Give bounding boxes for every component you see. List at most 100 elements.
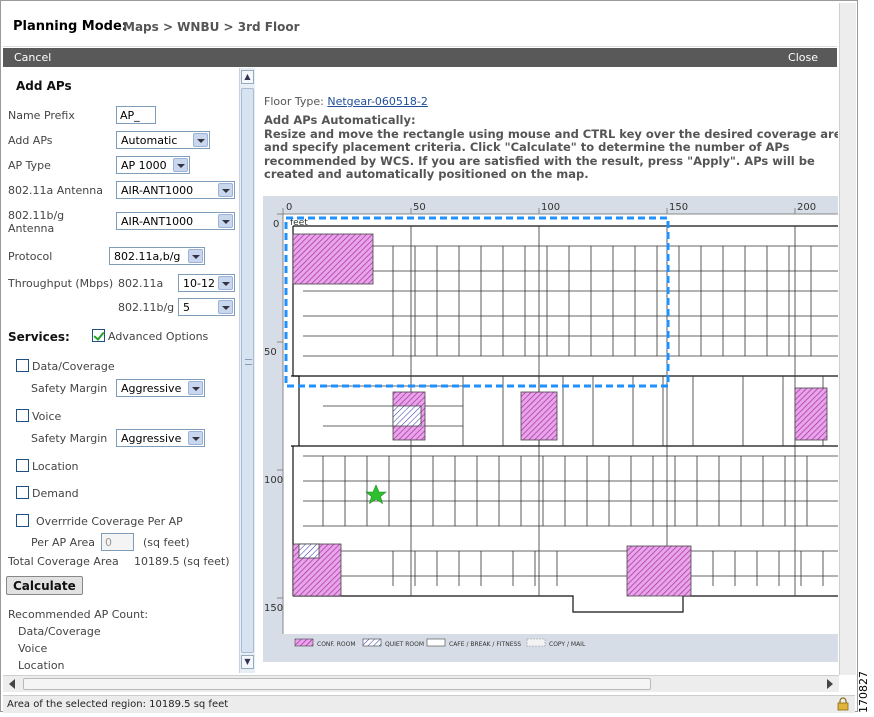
total-coverage-label: Total Coverage Area [8, 555, 119, 568]
floor-type-link[interactable]: Netgear-060518-2 [327, 95, 428, 108]
data-safety-margin-label: Safety Margin [31, 382, 108, 395]
chevron-down-icon [218, 183, 233, 197]
voice-safety-margin-select[interactable]: Aggressive [116, 429, 205, 447]
ruler-y-100: 100 [264, 475, 283, 486]
add-aps-label: Add APs [8, 134, 53, 147]
ruler-x-50: 50 [413, 202, 426, 213]
ruler-y-50: 50 [264, 347, 277, 358]
instructions-body: Resize and move the rectangle using mous… [264, 126, 838, 181]
legend-conf-room: CONF. ROOM [317, 641, 356, 648]
scroll-left-icon[interactable] [9, 679, 15, 689]
conf-room-3 [520, 391, 558, 441]
map-panel: Floor Type: Netgear-060518-2 Add APs Aut… [256, 68, 838, 673]
recommended-data-coverage: Data/Coverage [18, 625, 101, 638]
scroll-down-icon[interactable]: ▼ [241, 655, 254, 669]
per-ap-area-input[interactable]: 0 [101, 533, 134, 551]
location-label: Location [32, 460, 79, 473]
left-panel-scrollbar[interactable]: ▲ ▼ [239, 68, 255, 673]
chevron-down-icon [193, 133, 208, 147]
advanced-options-label: Advanced Options [108, 330, 209, 343]
floor-type-label: Floor Type: [264, 95, 324, 108]
chevron-down-icon [218, 214, 233, 228]
ruler-x-100: 100 [541, 202, 560, 213]
override-coverage-label: Overrride Coverage Per AP [36, 515, 183, 528]
legend-cafe: CAFE / BREAK / FITNESS [449, 641, 521, 648]
floor-plan-svg[interactable]: 0 50 100 150 200 0 feet 50 100 150 CONF.… [263, 196, 838, 662]
antenna-a-label: 802.11a Antenna [8, 184, 103, 197]
throughput-bg-label: 802.11b/g [118, 301, 175, 314]
planning-window: Planning Mode: Maps > WNBU > 3rd Floor C… [0, 0, 858, 713]
lock-icon [837, 697, 849, 711]
chevron-down-icon [188, 249, 203, 263]
protocol-value: 802.11a,b/g [114, 250, 181, 263]
panel-title: Add APs [16, 79, 72, 93]
throughput-label: Throughput (Mbps) [8, 277, 114, 290]
scroll-thumb[interactable] [241, 88, 254, 653]
throughput-a-select[interactable]: 10-12 [178, 274, 235, 292]
cancel-button[interactable]: Cancel [14, 51, 51, 64]
override-coverage-checkbox[interactable] [16, 514, 29, 527]
window-scrollbar[interactable] [839, 3, 856, 675]
throughput-bg-value: 5 [183, 301, 190, 314]
scroll-up-icon[interactable]: ▲ [241, 70, 254, 84]
chevron-down-icon [173, 158, 188, 172]
antenna-bg-select[interactable]: AIR-ANT1000 [116, 212, 235, 230]
add-aps-value: Automatic [121, 134, 178, 147]
per-ap-area-unit: (sq feet) [143, 536, 190, 549]
voice-label: Voice [32, 410, 62, 423]
voice-checkbox[interactable] [16, 409, 29, 422]
recommended-label: Recommended AP Count: [8, 608, 149, 621]
voice-safety-margin-label: Safety Margin [31, 432, 108, 445]
title-bar: Planning Mode: Maps > WNBU > 3rd Floor [3, 3, 837, 47]
name-prefix-input[interactable]: AP_ [116, 106, 156, 124]
instructions: Add APs Automatically: Resize and move t… [264, 113, 838, 182]
close-button[interactable]: Close [788, 51, 818, 64]
calculate-button[interactable]: Calculate [6, 576, 83, 595]
floor-map[interactable]: 0 50 100 150 200 0 feet 50 100 150 CONF.… [263, 196, 838, 662]
services-label: Services: [8, 330, 70, 344]
demand-label: Demand [32, 487, 79, 500]
name-prefix-label: Name Prefix [8, 109, 75, 122]
demand-checkbox[interactable] [16, 486, 29, 499]
throughput-a-value: 10-12 [183, 277, 215, 290]
antenna-bg-label: 802.11b/g [8, 209, 65, 222]
location-checkbox[interactable] [16, 459, 29, 472]
chevron-down-icon [188, 431, 203, 445]
legend-quiet-room: QUIET ROOM [385, 641, 424, 648]
quiet-room-2 [298, 543, 320, 559]
ruler-y-0: 0 [273, 219, 279, 230]
ap-type-label: AP Type [8, 159, 51, 172]
scroll-right-icon[interactable] [827, 679, 833, 689]
chevron-down-icon [188, 381, 203, 395]
voice-safety-margin-value: Aggressive [121, 432, 182, 445]
data-safety-margin-select[interactable]: Aggressive [116, 379, 205, 397]
page-title: Planning Mode: [13, 19, 127, 34]
breadcrumb: Maps > WNBU > 3rd Floor [123, 20, 300, 34]
antenna-bg-value: AIR-ANT1000 [121, 215, 194, 228]
protocol-select[interactable]: 802.11a,b/g [109, 247, 205, 265]
status-bar: Area of the selected region: 10189.5 sq … [3, 695, 855, 713]
ap-type-value: AP 1000 [121, 159, 167, 172]
advanced-options-checkbox[interactable] [92, 329, 105, 342]
throughput-bg-select[interactable]: 5 [178, 298, 235, 316]
antenna-bg-label-2: Antenna [8, 222, 55, 235]
data-coverage-checkbox[interactable] [16, 359, 29, 372]
conf-room-1 [292, 233, 374, 285]
horizontal-scrollbar[interactable] [3, 675, 839, 692]
ap-type-select[interactable]: AP 1000 [116, 156, 190, 174]
chevron-down-icon [218, 300, 233, 314]
instructions-title: Add APs Automatically: [264, 113, 416, 127]
throughput-a-label: 802.11a [118, 277, 164, 290]
antenna-a-select[interactable]: AIR-ANT1000 [116, 181, 235, 199]
horizontal-scroll-thumb[interactable] [23, 678, 651, 690]
per-ap-area-label: Per AP Area [31, 536, 95, 549]
recommended-voice: Voice [18, 642, 48, 655]
add-aps-panel: Add APs Name Prefix AP_ Add APs Automati… [3, 68, 239, 673]
status-text: Area of the selected region: 10189.5 sq … [7, 699, 229, 710]
figure-id: 170827 [857, 671, 870, 713]
add-aps-select[interactable]: Automatic [116, 131, 210, 149]
chevron-down-icon [218, 276, 233, 290]
conf-room-4 [794, 387, 828, 441]
action-bar: Cancel Close [3, 48, 837, 67]
ruler-y-150: 150 [264, 603, 283, 614]
